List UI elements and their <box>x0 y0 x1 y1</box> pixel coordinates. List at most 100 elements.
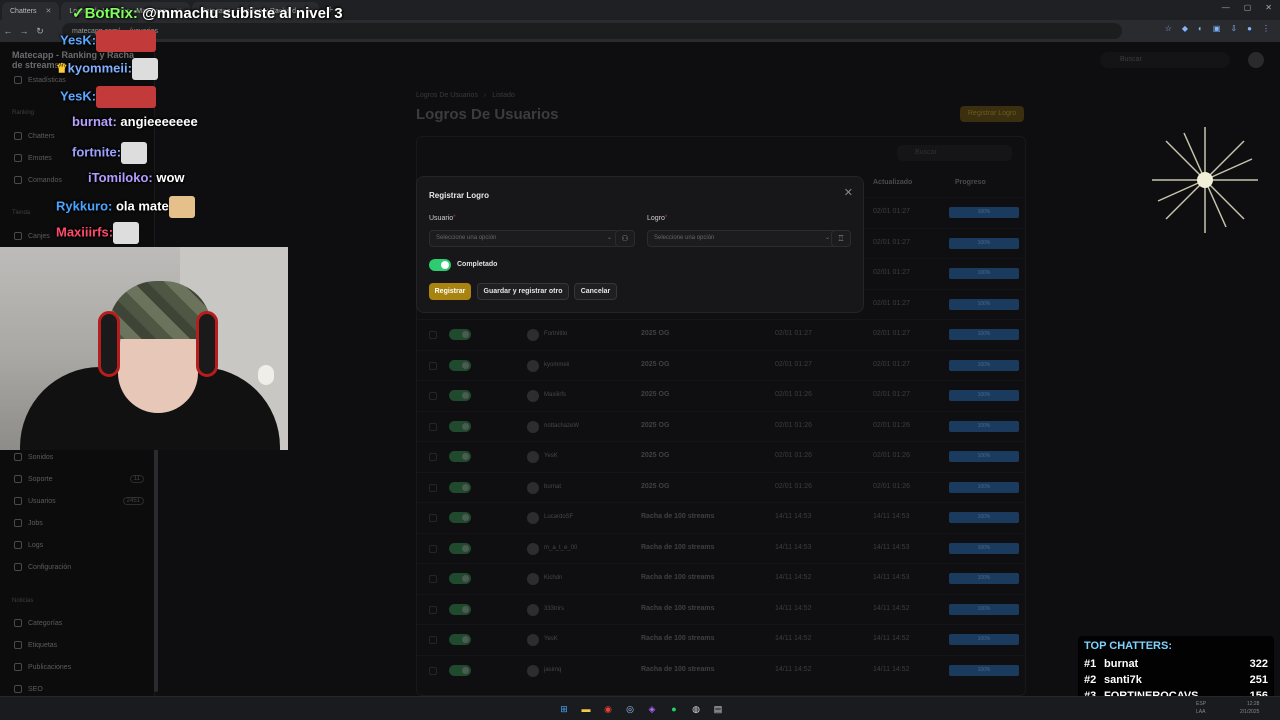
close-icon[interactable]: ✕ <box>844 186 853 199</box>
sidebar-item-logs[interactable]: Logs <box>14 541 144 549</box>
minimize-icon[interactable]: — <box>1222 3 1230 12</box>
updated-cell: 02/01 01:27 <box>873 391 910 398</box>
download-icon[interactable]: ⇩ <box>1230 24 1237 33</box>
trophy-icon-button[interactable]: ♖ <box>831 230 851 247</box>
save-and-register-another-button[interactable]: Guardar y registrar otro <box>477 283 569 300</box>
updated-cell: 02/01 01:27 <box>873 360 910 368</box>
completed-toggle[interactable] <box>449 512 471 523</box>
clock[interactable]: 12:28 2/1/2025 <box>1240 700 1259 716</box>
table-search-input[interactable]: Buscar <box>897 145 1012 161</box>
puzzle-icon[interactable]: ▣ <box>1213 24 1221 33</box>
table-row[interactable]: YesK Racha de 100 streams 14/11 14:52 14/11… <box>417 624 1027 654</box>
user-cell: Maxiiirfs <box>544 392 566 398</box>
completed-toggle[interactable] <box>449 420 471 432</box>
register-button[interactable]: Registrar <box>429 283 471 300</box>
table-row[interactable]: Kichdn Racha de 100 streams 14/11 14:52 14/… <box>417 563 1027 593</box>
sidebar-item-etiquetas[interactable]: Etiquetas <box>14 641 144 649</box>
achievement-select[interactable]: Seleccione una opción ⌄ <box>647 230 837 247</box>
sidebar-item-sonidos[interactable]: Sonidos <box>14 453 144 461</box>
register-achievement-button[interactable]: Registrar Logro <box>960 106 1024 122</box>
menu-icon[interactable]: ⋮ <box>1262 24 1270 33</box>
extension-icon[interactable]: ◐ <box>1198 24 1203 33</box>
epic-games-icon[interactable]: ▤ <box>710 701 726 717</box>
row-checkbox[interactable] <box>429 483 437 492</box>
row-checkbox[interactable] <box>429 422 437 431</box>
star-icon[interactable]: ☆ <box>1165 24 1172 33</box>
taskbar: ⊞ ▬ ◉ ◎ ◈ ● ◍ ▤ ESP LAA 12:28 2/1/2025 <box>0 696 1280 720</box>
folder-icon[interactable]: ▬ <box>578 701 594 717</box>
cancel-button[interactable]: Cancelar <box>574 283 617 300</box>
table-row[interactable]: m_a_t_e_00 Racha de 100 streams 14/11 14:5… <box>417 532 1027 563</box>
progress-bar: 100% <box>949 512 1019 523</box>
windows-start-icon[interactable]: ⊞ <box>556 701 572 717</box>
completed-toggle[interactable] <box>449 542 471 554</box>
created-cell: 14/11 14:53 <box>775 513 812 520</box>
row-checkbox[interactable] <box>429 392 437 400</box>
trophy-icon: ♖ <box>837 234 845 243</box>
table-row[interactable]: 333trirs Racha de 100 streams 14/11 14:52 1… <box>417 593 1027 624</box>
row-checkbox[interactable] <box>429 636 437 644</box>
close-window-icon[interactable]: ✕ <box>1265 3 1272 12</box>
row-checkbox[interactable] <box>429 331 437 339</box>
row-checkbox[interactable] <box>429 605 437 614</box>
completed-toggle[interactable] <box>449 451 471 462</box>
completed-toggle[interactable] <box>429 259 451 271</box>
completed-toggle[interactable] <box>449 359 471 371</box>
lamp <box>258 365 274 385</box>
sidebar-item-publicaciones[interactable]: Publicaciones <box>14 663 144 671</box>
sidebar-item-categorias[interactable]: Categorías <box>14 619 144 627</box>
table-row[interactable]: Fortnitito 2025 OG 02/01 01:27 02/01 01:27 1… <box>417 319 1027 349</box>
user-icon-button[interactable]: ⚇ <box>615 230 635 247</box>
chat-line: fortnite: <box>72 142 148 164</box>
completed-toggle[interactable] <box>449 329 471 340</box>
completed-toggle[interactable] <box>449 390 471 401</box>
table-row[interactable]: Maxiiirfs 2025 OG 02/01 01:26 02/01 01:27 10… <box>417 380 1027 410</box>
sidebar-item-usuarios[interactable]: Usuarios 2451 <box>14 497 144 505</box>
column-header-progress[interactable]: Progreso <box>955 179 986 186</box>
maximize-icon[interactable]: ▢ <box>1244 3 1252 12</box>
completed-toggle[interactable] <box>449 664 471 676</box>
user-select[interactable]: Seleccione una opción ⌄ <box>429 230 619 247</box>
steam-icon[interactable]: ◎ <box>622 701 638 717</box>
row-checkbox[interactable] <box>429 453 437 461</box>
table-row[interactable]: kyommeii 2025 OG 02/01 01:27 02/01 01:27 100… <box>417 349 1027 380</box>
completed-toggle[interactable] <box>449 573 471 584</box>
language-indicator[interactable]: ESP LAA <box>1196 700 1206 716</box>
row-checkbox[interactable] <box>429 361 437 370</box>
avatar[interactable] <box>1248 52 1264 68</box>
row-checkbox[interactable] <box>429 544 437 553</box>
progress-bar: 100% <box>949 451 1019 462</box>
chat-line: YesK: <box>60 86 157 108</box>
completed-toggle[interactable] <box>449 603 471 615</box>
avatar <box>527 451 539 463</box>
achievement-cell: Racha de 100 streams <box>641 574 715 581</box>
sidebar-item-seo[interactable]: SEO <box>14 685 144 693</box>
row-checkbox[interactable] <box>429 666 437 675</box>
table-row[interactable]: YesK 2025 OG 02/01 01:26 02/01 01:26 100% <box>417 441 1027 471</box>
headset-left <box>98 311 120 377</box>
extension-icon[interactable]: ◆ <box>1182 24 1188 33</box>
completed-toggle[interactable] <box>449 481 471 493</box>
gear-icon <box>14 563 22 571</box>
table-row[interactable]: LucardoSF Racha de 100 streams 14/11 14:53… <box>417 502 1027 532</box>
row-checkbox[interactable] <box>429 575 437 583</box>
table-row[interactable]: jasimq Racha de 100 streams 14/11 14:52 14/… <box>417 654 1027 685</box>
table-row[interactable]: nottachazeW 2025 OG 02/01 01:26 02/01 01:26… <box>417 410 1027 441</box>
breadcrumb-link[interactable]: Logros De Usuarios <box>416 92 478 99</box>
sidebar-item-soporte[interactable]: Soporte 11 <box>14 475 144 483</box>
progress-bar: 100% <box>949 420 1019 432</box>
column-header-updated[interactable]: Actualizado <box>873 179 912 186</box>
chrome-icon[interactable]: ◉ <box>600 701 616 717</box>
row-checkbox[interactable] <box>429 514 437 522</box>
spotify-icon[interactable]: ● <box>666 701 682 717</box>
progress-bar: 100% <box>949 390 1019 401</box>
sidebar-scrollbar[interactable] <box>154 442 158 692</box>
sidebar-item-jobs[interactable]: Jobs <box>14 519 144 527</box>
table-row[interactable]: burnat 2025 OG 02/01 01:26 02/01 01:26 100% <box>417 471 1027 502</box>
profile-icon[interactable]: ● <box>1247 24 1252 33</box>
sidebar-item-configuracion[interactable]: Configuración <box>14 563 144 571</box>
completed-toggle[interactable] <box>449 634 471 645</box>
obs-icon[interactable]: ◍ <box>688 701 704 717</box>
twitch-icon[interactable]: ◈ <box>644 701 660 717</box>
global-search-input[interactable]: Buscar <box>1100 52 1230 68</box>
